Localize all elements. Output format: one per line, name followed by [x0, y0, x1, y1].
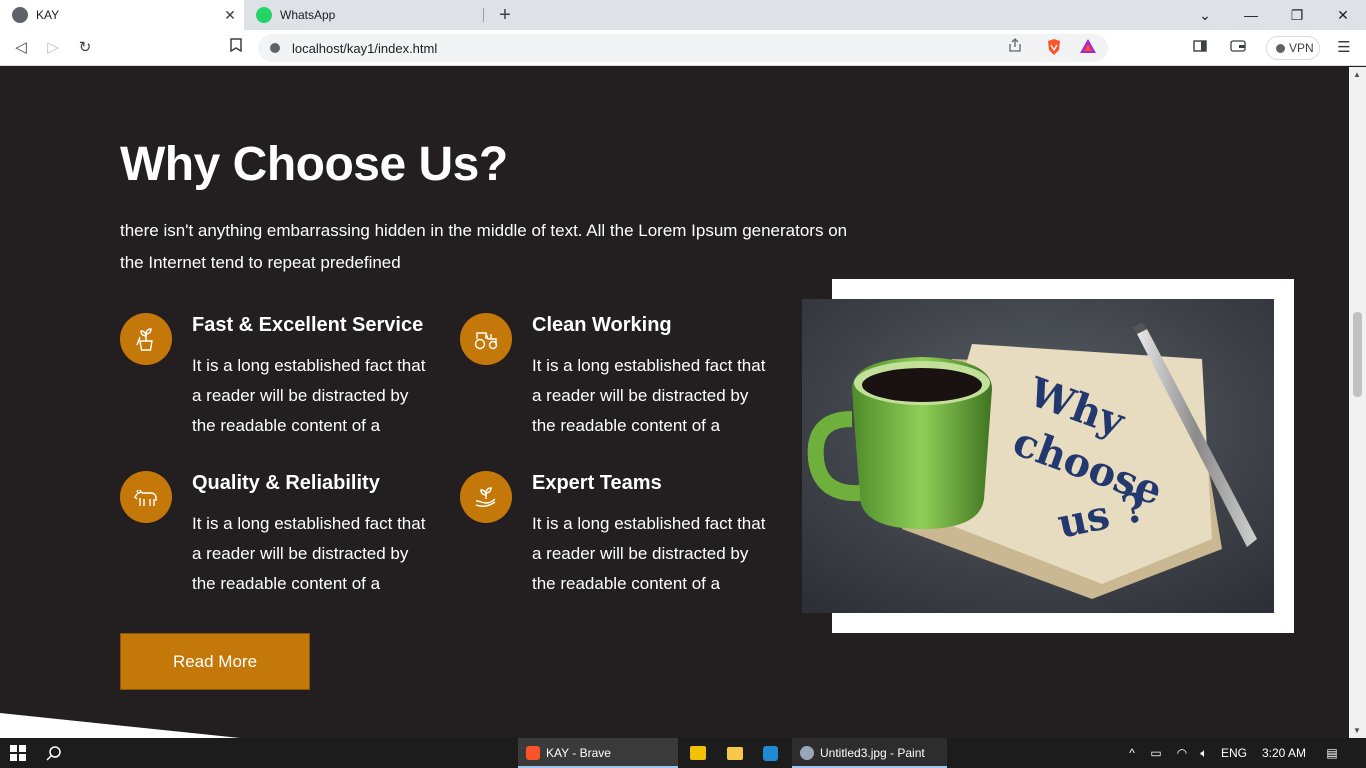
wallet-icon[interactable]: [1228, 38, 1248, 58]
back-icon[interactable]: ◁: [11, 38, 31, 58]
feature-title: Fast & Excellent Service: [192, 314, 424, 336]
brave-icon: [526, 746, 540, 760]
language-indicator[interactable]: ENG: [1218, 738, 1250, 768]
feature-title: Clean Working: [532, 314, 672, 336]
close-tab-icon[interactable]: ✕: [222, 7, 238, 23]
search-icon[interactable]: [46, 738, 62, 768]
battery-icon[interactable]: ▭: [1146, 738, 1166, 768]
minimize-button[interactable]: —: [1228, 0, 1274, 30]
chevron-up-icon[interactable]: ^: [1124, 738, 1140, 768]
scroll-up-icon[interactable]: ▲: [1353, 70, 1361, 79]
whatsapp-icon: [256, 7, 272, 23]
feature-description: It is a long established fact that a rea…: [532, 356, 766, 435]
menu-icon[interactable]: ☰: [1334, 38, 1354, 58]
page-content: Why Choose Us? there isn't anything emba…: [0, 67, 1349, 738]
tractor-icon: [460, 313, 512, 365]
sidebar-icon[interactable]: [1190, 38, 1210, 58]
store-icon[interactable]: [690, 738, 706, 768]
restore-button[interactable]: ❐: [1274, 0, 1320, 30]
clock[interactable]: 3:20 AM: [1256, 738, 1312, 768]
address-bar[interactable]: localhost/kay1/index.html: [258, 34, 1108, 62]
brave-rewards-icon[interactable]: [1078, 38, 1098, 58]
tab-title: KAY: [36, 8, 60, 22]
taskbar-app-label: KAY - Brave: [546, 746, 611, 760]
scroll-down-icon[interactable]: ▼: [1353, 726, 1361, 735]
url-text[interactable]: localhost/kay1/index.html: [292, 41, 437, 56]
vpn-button[interactable]: VPN: [1266, 36, 1320, 60]
site-info-icon[interactable]: [270, 43, 280, 53]
browser-tab-bar: KAY ✕ WhatsApp + ⌄ — ❐ ✕: [0, 0, 1366, 30]
notifications-icon[interactable]: ▤: [1322, 738, 1342, 768]
feature-title: Expert Teams: [532, 472, 662, 494]
taskbar-app-paint[interactable]: Untitled3.jpg - Paint: [792, 738, 947, 768]
brave-shields-icon[interactable]: [1044, 38, 1064, 58]
windows-taskbar: KAY - Brave Untitled3.jpg - Paint ^ ▭ ◠ …: [0, 738, 1366, 768]
share-icon[interactable]: [1005, 38, 1025, 58]
sprout-hand-icon: [460, 471, 512, 523]
feature-description: It is a long established fact that a rea…: [532, 514, 766, 593]
why-choose-us-image: Why choose us ?: [802, 299, 1274, 613]
taskbar-app-brave[interactable]: KAY - Brave: [518, 738, 678, 768]
reload-icon[interactable]: ↻: [75, 38, 95, 58]
tab-search-chevron-icon[interactable]: ⌄: [1182, 0, 1228, 30]
globe-icon: [12, 7, 28, 23]
bookmark-icon[interactable]: [226, 38, 246, 58]
scrollbar-thumb[interactable]: [1353, 312, 1362, 397]
section-divider-wedge: [0, 713, 240, 738]
section-intro: there isn't anything embarrassing hidden…: [120, 221, 848, 272]
forward-icon[interactable]: ▷: [43, 38, 63, 58]
feature-description: It is a long established fact that a rea…: [192, 356, 426, 435]
tab-whatsapp[interactable]: WhatsApp: [244, 0, 484, 30]
plant-pot-icon: [120, 313, 172, 365]
page-scrollbar[interactable]: ▲ ▼: [1349, 67, 1366, 738]
tab-kay[interactable]: KAY ✕: [0, 0, 244, 30]
cow-icon: [120, 471, 172, 523]
windows-start-icon[interactable]: [10, 738, 26, 768]
section-heading: Why Choose Us?: [120, 138, 508, 191]
browser-toolbar: ◁ ▷ ↻ localhost/kay1/index.html VPN ☰: [0, 30, 1366, 66]
file-explorer-icon[interactable]: [727, 738, 743, 768]
new-tab-button[interactable]: +: [494, 4, 516, 26]
vscode-icon[interactable]: [763, 738, 778, 768]
tab-title: WhatsApp: [280, 8, 336, 22]
close-window-button[interactable]: ✕: [1320, 0, 1366, 30]
wifi-icon[interactable]: ◠: [1172, 738, 1192, 768]
feature-title: Quality & Reliability: [192, 472, 380, 494]
taskbar-app-label: Untitled3.jpg - Paint: [820, 746, 925, 760]
feature-description: It is a long established fact that a rea…: [192, 514, 426, 593]
volume-icon[interactable]: 🔈︎: [1194, 738, 1214, 768]
paint-icon: [800, 746, 814, 760]
read-more-button[interactable]: Read More: [120, 633, 310, 690]
